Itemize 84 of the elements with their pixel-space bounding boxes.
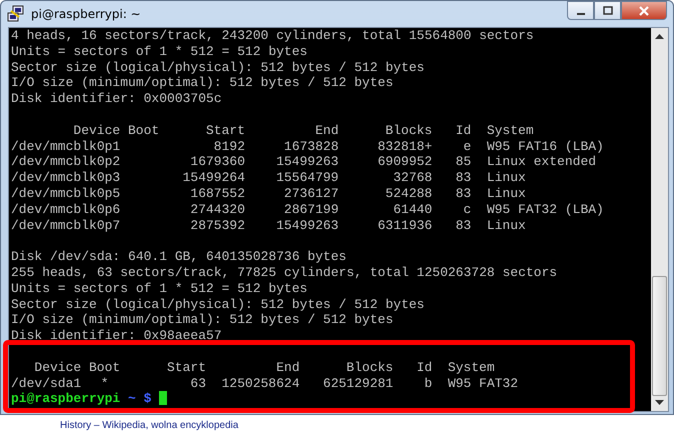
table-cell-text: 1673828 [283,138,339,154]
table-cell-text: 6909952 [376,154,432,170]
table-cell-text: Linux [486,218,526,234]
table-cell-text: 85 [454,154,472,170]
close-button[interactable] [621,1,667,20]
table-cell-text: 2867199 [283,202,339,218]
terminal-line: Units = sectors of 1 * 512 = 512 bytes [11,280,308,297]
table-cell-text: c [462,202,472,218]
column-header: System [446,360,495,376]
table-cell-text: 15499263 [275,218,339,234]
column-header: Start [205,122,246,139]
column-header: Device [33,360,82,376]
column-header: Start [166,360,206,376]
background-page-title: History – Wikipedia, wolna encyklopedia [60,420,238,431]
terminal-line: Sector size (logical/physical): 512 bytes / 512 bytes [11,60,426,76]
table-cell-text: 1679360 [189,154,246,170]
table-cell-text: 61440 [392,202,432,218]
text-cursor [159,391,168,406]
table-cell-text: Linux [486,186,526,202]
terminal-line: Disk identifier: 0x0003705c [11,91,223,107]
table-cell-text: 2744320 [189,202,246,218]
table-cell: /dev/mmcblk0p2 [11,154,120,170]
column-header: End [314,122,339,139]
table-cell: /dev/mmcblk0p3 [11,170,120,186]
terminal-line: 255 heads, 63 sectors/track, 77825 cylinders, total 1250263728 sectors [11,264,558,281]
window-title: pi@raspberrypi: ~ [31,7,142,21]
up-arrow-icon[interactable] [655,33,664,39]
table-cell-text: 15499263 [275,154,339,170]
terminal-line: Disk /dev/sda: 640.1 GB, 640135028736 bytes [11,249,348,265]
table-cell-text: 63 [189,376,206,392]
close-icon [638,6,650,16]
down-arrow-icon[interactable] [655,400,664,406]
table-cell-text: 32768 [392,170,432,186]
maximize-button[interactable] [594,1,621,20]
terminal-line: Sector size (logical/physical): 512 bytes / 512 bytes [11,296,426,312]
table-cell-text: 83 [454,170,472,186]
table-cell: /dev/sda1 [11,376,82,392]
table-cell-text: 83 [454,218,472,234]
table-cell-text: 2875392 [189,218,246,234]
table-cell: /dev/mmcblk0p5 [11,186,120,202]
column-header: Blocks [345,360,394,376]
table-cell-text: Linux extended [486,154,596,170]
table-cell-text: W95 FAT32 [446,376,518,392]
terminal-line: Units = sectors of 1 * 512 = 512 bytes [11,44,308,60]
terminal-line: 4 heads, 16 sectors/track, 243200 cylinders, total 15564800 sectors [11,28,535,44]
table-cell-text: 625129281 [322,376,394,392]
computers-icon [7,5,25,23]
scrollbar[interactable] [651,28,668,411]
table-cell-text: 15499264 [182,170,246,186]
table-cell-text: W95 FAT16 (LBA) [486,138,604,154]
column-header: System [486,122,534,139]
table-cell-text: b [423,376,432,392]
table-cell: /dev/mmcblk0p6 [11,202,120,218]
terminal-line: I/O size (minimum/optimal): 512 bytes / 512 bytes [11,312,394,328]
table-cell-text: 83 [454,186,472,202]
column-header: Boot [88,360,120,376]
column-header: Boot [127,122,160,139]
table-cell-text: 15564799 [275,170,339,186]
table-cell: * [100,376,108,392]
table-cell-text: W95 FAT32 (LBA) [486,202,604,218]
column-header: Blocks [384,122,432,139]
column-header: Id [416,360,432,376]
table-cell-text: 1250258624 [220,376,300,392]
prompt-path: ~ $ [128,391,152,408]
prompt-user-host: pi@raspberrypi [11,391,120,408]
maximize-icon [602,6,612,16]
table-cell-text: Linux [486,170,526,186]
minimize-icon [576,12,584,14]
table-cell: /dev/mmcblk0p7 [11,218,120,234]
table-cell-text: 6311936 [376,218,432,234]
table-cell-text: 1687552 [189,186,246,202]
terminal-line: Disk identifier: 0x98aeea57 [11,328,223,344]
scroll-thumb[interactable] [652,276,667,396]
table-cell-text: e [462,138,472,154]
table-cell-text: 8192 [212,138,246,154]
table-cell-text: 2736127 [283,186,339,202]
table-cell-text: 832818+ [376,138,432,154]
column-header: End [275,360,300,376]
table-cell: /dev/mmcblk0p1 [11,138,120,154]
table-cell-text: 524288 [384,186,432,202]
minimize-button[interactable] [567,1,594,20]
column-header: Device [72,122,120,139]
column-header: Id [454,122,472,139]
terminal-line: I/O size (minimum/optimal): 512 bytes / 512 bytes [11,75,394,92]
